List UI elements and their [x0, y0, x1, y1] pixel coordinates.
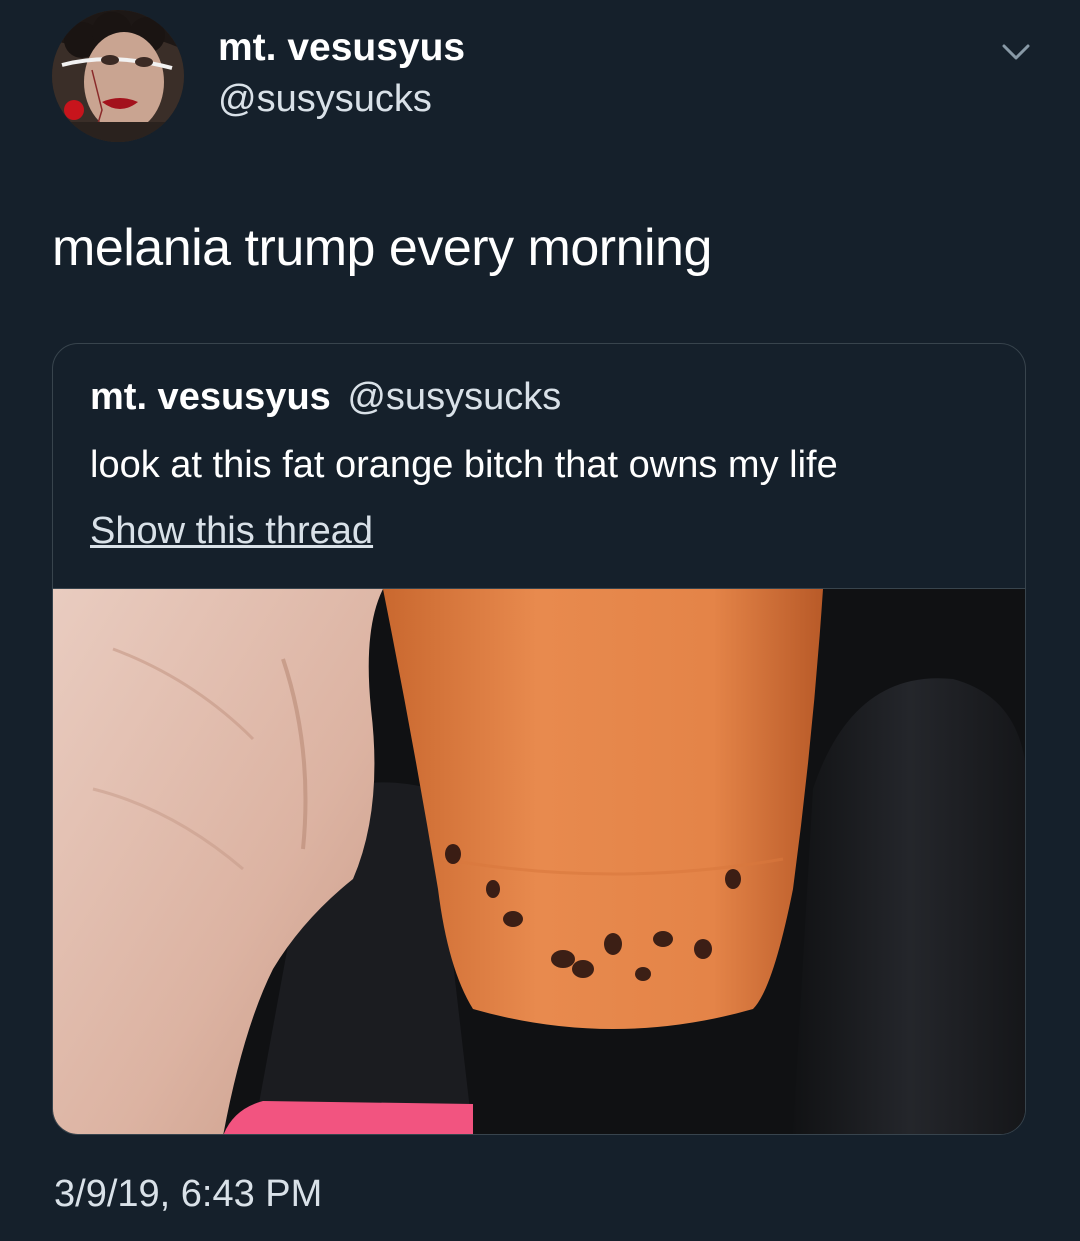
photo-bubble-tea-cup-icon — [53, 589, 1025, 1134]
quoted-tweet-text: look at this fat orange bitch that owns … — [90, 444, 838, 486]
tweet-menu-button[interactable] — [996, 36, 1036, 72]
quoted-tweet-header: mt. vesusyus @susysucks — [90, 376, 561, 419]
quoted-tweet-card[interactable]: mt. vesusyus @susysucks look at this fat… — [52, 343, 1026, 1135]
tweet-text: melania trump every morning — [52, 219, 712, 277]
quoted-tweet-media[interactable] — [53, 589, 1025, 1134]
tweet-timestamp[interactable]: 3/9/19, 6:43 PM — [54, 1173, 322, 1216]
quoted-author-handle: @susysucks — [347, 376, 562, 418]
author-handle[interactable]: @susysucks — [218, 78, 432, 121]
tweet-header: mt. vesusyus @susysucks — [0, 0, 1080, 160]
avatar-photo-icon — [52, 10, 184, 142]
avatar[interactable] — [52, 10, 184, 142]
show-thread-link[interactable]: Show this thread — [90, 510, 373, 553]
quoted-author-display-name: mt. vesusyus — [90, 376, 331, 418]
chevron-down-icon — [1002, 44, 1030, 60]
author-display-name[interactable]: mt. vesusyus — [218, 26, 465, 70]
